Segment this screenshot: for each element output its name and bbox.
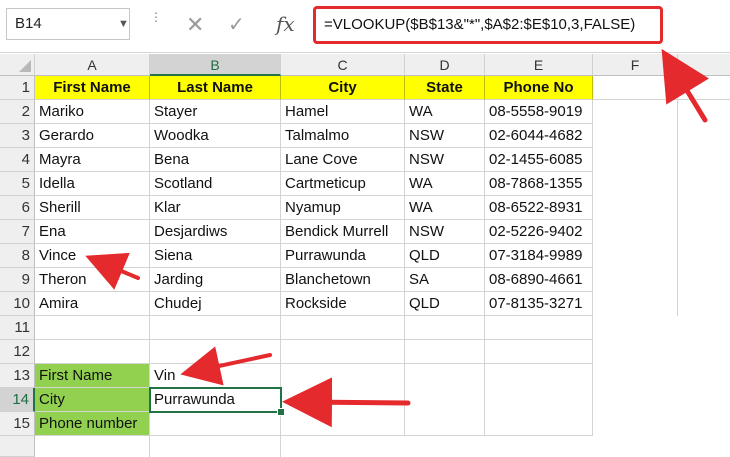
arrow-to-formula [661, 48, 709, 123]
arrow-to-vin [180, 346, 272, 386]
arrow-to-vince [85, 252, 140, 290]
annotation-arrows [85, 48, 709, 428]
arrow-to-city-result [282, 377, 411, 428]
